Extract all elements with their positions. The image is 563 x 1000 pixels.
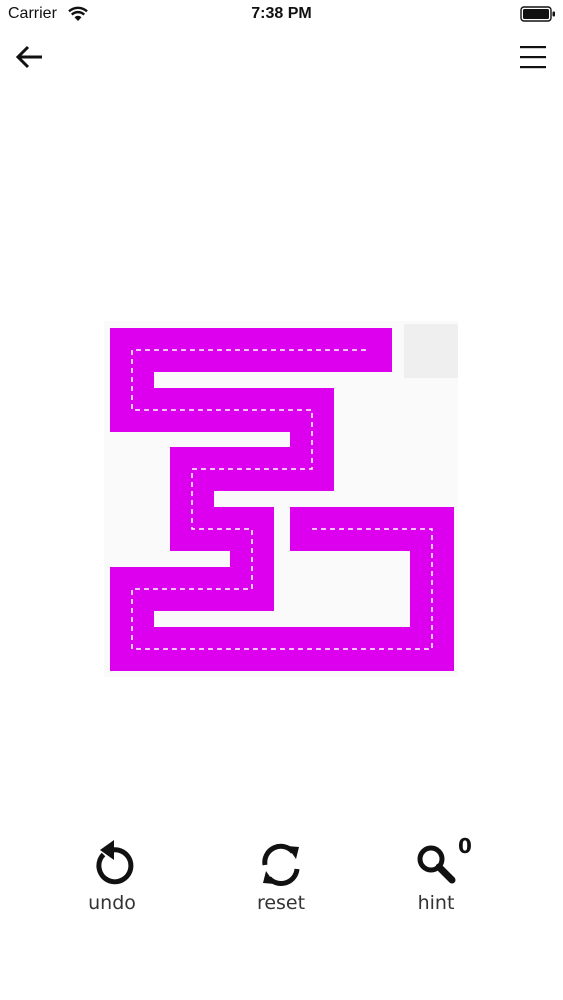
- reset-label: reset: [256, 892, 306, 914]
- reset-icon: [262, 843, 300, 886]
- undo-icon: [96, 840, 134, 885]
- game-controls: undo reset hint: [0, 838, 563, 928]
- magnifier-icon: [417, 845, 456, 884]
- hint-label: hint: [417, 892, 455, 914]
- undo-label: undo: [88, 892, 136, 914]
- empty-cell[interactable]: [404, 324, 458, 378]
- reset-button[interactable]: reset: [236, 838, 326, 914]
- hint-count-badge: 0: [458, 834, 472, 858]
- undo-button[interactable]: undo: [67, 838, 157, 914]
